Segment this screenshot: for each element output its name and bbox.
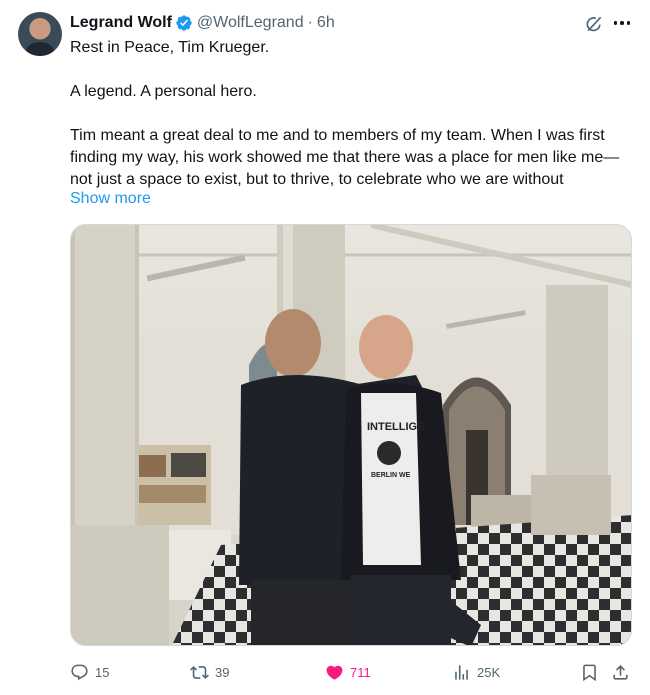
share-icon [613,664,628,680]
shirt-text-mid: BERLIN WE [371,472,411,479]
reply-count: 15 [95,664,110,680]
tweet-paragraph: Tim meant a great deal to me and to memb… [70,127,620,188]
author-name[interactable]: Legrand Wolf [70,14,172,32]
like-icon [326,665,343,680]
tweet-photo[interactable]: INTELLIGE BERLIN WE [70,224,632,646]
tweet-header: Legrand Wolf @WolfLegrand · 6h [70,13,335,33]
grok-icon[interactable] [584,14,604,34]
repost-button[interactable]: 39 [190,658,229,686]
more-icon[interactable] [611,12,633,34]
share-button[interactable] [611,658,636,686]
separator-dot: · [307,14,313,31]
tweet-line-2: A legend. A personal hero. [70,83,257,100]
photo-illustration: INTELLIGE BERLIN WE [71,225,631,645]
tweet-actions: 15 39 711 25K [70,658,632,686]
tweet-line-1: Rest in Peace, Tim Krueger. [70,39,270,56]
timestamp[interactable]: 6h [317,14,335,32]
bookmark-button[interactable] [580,658,605,686]
verified-icon [176,15,192,31]
like-button[interactable]: 711 [325,658,371,686]
author-handle[interactable]: @WolfLegrand [197,14,304,32]
avatar[interactable] [18,12,62,56]
shirt-text-top: INTELLIGE [367,421,424,433]
views-button[interactable]: 25K [452,658,500,686]
repost-count: 39 [215,664,230,680]
views-count: 25K [477,664,501,680]
reply-button[interactable]: 15 [70,658,109,686]
like-count: 711 [350,664,371,680]
show-more-link[interactable]: Show more [70,190,151,208]
bookmark-icon [583,664,596,681]
repost-icon [190,665,209,679]
reply-icon [71,664,88,680]
views-icon [455,664,468,680]
